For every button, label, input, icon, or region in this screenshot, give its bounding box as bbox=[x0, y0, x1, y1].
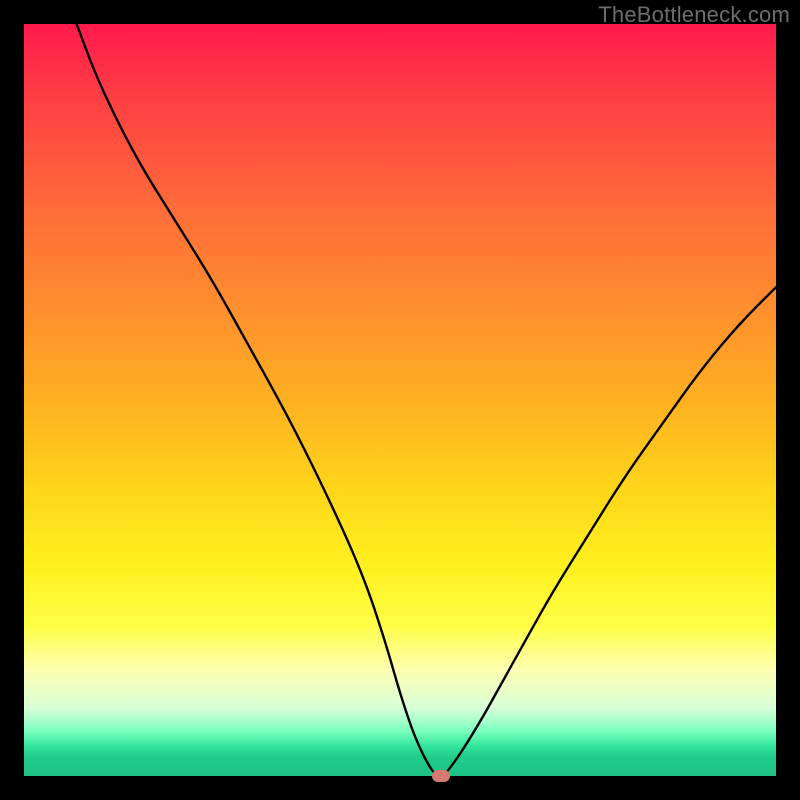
chart-container: TheBottleneck.com bbox=[0, 0, 800, 800]
plot-area bbox=[24, 24, 776, 776]
